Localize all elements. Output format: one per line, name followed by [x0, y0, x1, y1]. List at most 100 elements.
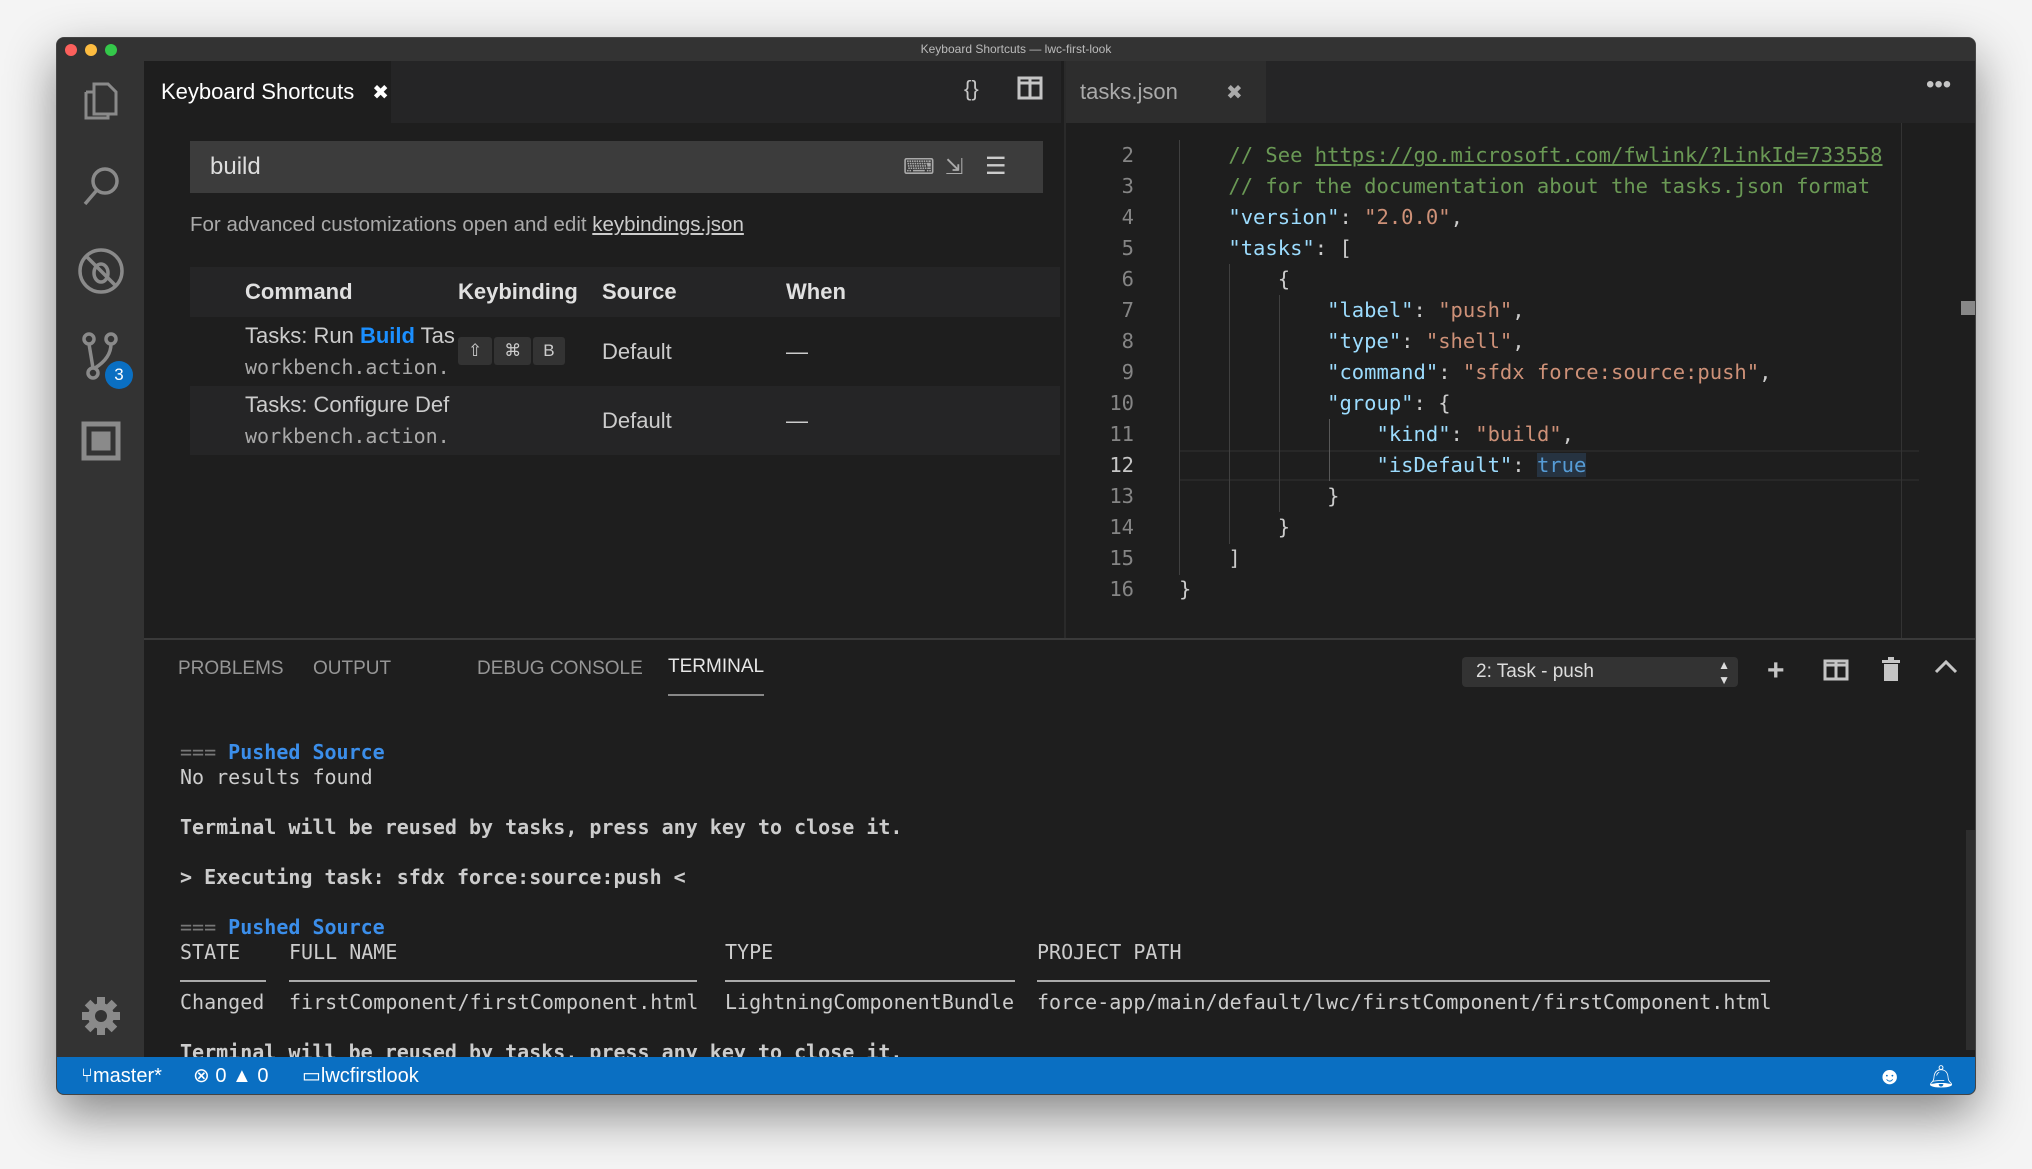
line-number: 13: [1109, 484, 1134, 508]
title-bar: Keyboard Shortcuts — lwc-first-look: [57, 38, 1975, 61]
window-icon: ▭: [302, 1065, 321, 1087]
extensions-icon[interactable]: [57, 406, 144, 476]
tab-tasks-json[interactable]: tasks.json ✖: [1066, 61, 1266, 123]
col-fullname-header: FULL NAME: [289, 940, 398, 964]
folder-status[interactable]: ▭lwcfirstlook: [302, 1057, 419, 1094]
bottom-panel: PROBLEMS OUTPUT DEBUG CONSOLE TERMINAL 2…: [144, 638, 1975, 1090]
terminal-select[interactable]: 2: Task - push ▲ ▼: [1462, 657, 1738, 687]
tab-label: Keyboard Shortcuts: [161, 79, 355, 104]
warning-count: 0: [257, 1065, 269, 1087]
line-number: 4: [1121, 205, 1134, 229]
heading: Pushed Source: [228, 740, 385, 764]
heading-prefix: ===: [180, 915, 217, 939]
error-icon: ⊗: [193, 1065, 210, 1087]
problems-status[interactable]: ⊗ 0 ▲ 0: [193, 1057, 269, 1094]
terminal-line: === Pushed Source: [180, 915, 385, 940]
debug-icon[interactable]: [57, 236, 144, 306]
keybinding-keys: ⇧ ⌘ B: [458, 337, 565, 365]
divider: [725, 980, 1015, 982]
search-value: build: [210, 153, 261, 180]
code-line-15: ]: [1179, 546, 1241, 570]
left-tab-bar: Keyboard Shortcuts ✖ {} •••: [144, 61, 1099, 123]
code-line-2: // See https://go.microsoft.com/fwlink/?…: [1179, 143, 1883, 167]
new-terminal-icon[interactable]: +: [1767, 654, 1785, 688]
line-number: 8: [1121, 329, 1134, 353]
split-editor-icon[interactable]: [1017, 76, 1043, 107]
title-match: Build: [359, 323, 415, 348]
table-row[interactable]: Tasks: Configure Def workbench.action. D…: [190, 386, 1060, 455]
code-line-10: "group": {: [1327, 391, 1451, 415]
split-terminal-icon[interactable]: [1823, 659, 1849, 688]
command-title: Tasks: Run Build Tas: [245, 323, 455, 349]
line-number: 2: [1121, 143, 1134, 167]
line-number: 16: [1109, 577, 1134, 601]
tasks-json-editor: tasks.json ✖ ••• 2 3 4 5 6 7 8 9 10 11 12 13 14 15 16 …: [1064, 61, 1975, 638]
cell-path: force-app/main/default/lwc/firstComponen…: [1037, 990, 1772, 1014]
heading-prefix: ===: [180, 740, 217, 764]
activity-bar: 3: [57, 61, 144, 1057]
close-tab-icon[interactable]: ✖: [1226, 80, 1243, 105]
feedback-smiley-icon[interactable]: ☻: [1877, 1057, 1902, 1094]
key-b: B: [533, 337, 565, 365]
clear-search-icon[interactable]: ☰: [985, 141, 1007, 193]
cell-state: Changed: [180, 990, 265, 1014]
code-line-13: }: [1179, 484, 1340, 508]
title-suffix: Tas: [414, 323, 455, 348]
tab-output[interactable]: OUTPUT: [313, 640, 391, 698]
code-area[interactable]: 2 3 4 5 6 7 8 9 10 11 12 13 14 15 16 // See https://go…: [1066, 140, 1926, 620]
sort-precedence-icon[interactable]: ⇲: [945, 141, 963, 193]
col-path-header: PROJECT PATH: [1037, 940, 1182, 964]
record-keys-icon[interactable]: ⌨: [903, 141, 935, 193]
tab-terminal[interactable]: TERMINAL: [668, 640, 765, 696]
keybindings-search-input[interactable]: build ⌨ ⇲ ☰: [190, 141, 1043, 193]
git-branch-icon: ⑂: [81, 1065, 93, 1087]
tab-keyboard-shortcuts[interactable]: Keyboard Shortcuts ✖: [144, 61, 391, 123]
heading: Pushed Source: [228, 915, 385, 939]
when-value: —: [786, 339, 808, 364]
more-actions-icon[interactable]: •••: [1926, 71, 1951, 99]
code-line-4: "version": "2.0.0",: [1228, 205, 1463, 229]
status-bar: ⑂master* ⊗ 0 ▲ 0 ▭lwcfirstlook ☻ 🔔︎: [57, 1057, 1975, 1094]
terminal-line: === Pushed Source: [180, 740, 385, 765]
line-number: 11: [1109, 422, 1134, 446]
code-line-3: // for the documentation about the tasks…: [1179, 174, 1871, 198]
error-count: 0: [215, 1065, 227, 1087]
command-id: workbench.action.: [245, 355, 450, 379]
tab-problems[interactable]: PROBLEMS: [178, 640, 284, 698]
line-number: 3: [1121, 174, 1134, 198]
branch-status[interactable]: ⑂master*: [81, 1057, 162, 1094]
keyboard-shortcuts-editor: Keyboard Shortcuts ✖ {} ••• build ⌨ ⇲ ☰ …: [144, 61, 1099, 638]
open-json-icon[interactable]: {}: [964, 76, 979, 102]
key-shift: ⇧: [458, 337, 493, 365]
kill-terminal-trash-icon[interactable]: [1882, 657, 1900, 688]
divider: [289, 980, 697, 982]
close-window-button[interactable]: [65, 44, 77, 56]
code-line-11: "kind": "build",: [1376, 422, 1574, 446]
vscode-window: Keyboard Shortcuts — lwc-first-look 3 Ke…: [56, 37, 1976, 1095]
keybindings-json-link[interactable]: keybindings.json: [592, 213, 744, 236]
minimize-window-button[interactable]: [85, 44, 97, 56]
search-icon[interactable]: [57, 151, 144, 221]
code-line-5: "tasks": [: [1228, 236, 1352, 260]
tab-label: tasks.json: [1080, 79, 1178, 104]
settings-gear-icon[interactable]: [57, 981, 144, 1051]
source-control-icon[interactable]: 3: [57, 321, 144, 391]
terminal-scrollbar[interactable]: [1966, 830, 1975, 1050]
notifications-bell-icon[interactable]: 🔔︎: [1927, 1057, 1955, 1094]
table-row[interactable]: Tasks: Run Build Tas workbench.action. ⇧…: [190, 317, 1060, 386]
source-value: Default: [602, 339, 672, 364]
maximize-panel-chevron-up-icon[interactable]: [1933, 654, 1959, 687]
minimap-border: [1901, 123, 1902, 638]
command-title: Tasks: Configure Def: [245, 392, 450, 417]
zoom-window-button[interactable]: [105, 44, 117, 56]
explorer-icon[interactable]: [57, 66, 144, 136]
close-tab-icon[interactable]: ✖: [372, 80, 389, 105]
terminal-select-value: 2: Task - push: [1476, 661, 1594, 682]
code-line-9: "command": "sfdx force:source:push",: [1327, 360, 1772, 384]
overview-ruler-cursor: [1961, 301, 1975, 315]
header-command: Command: [245, 279, 353, 304]
scm-badge: 3: [105, 361, 133, 389]
table-header: Command Keybinding Source When: [190, 267, 1060, 317]
tab-debug-console[interactable]: DEBUG CONSOLE: [477, 640, 643, 698]
divider: [180, 980, 266, 982]
